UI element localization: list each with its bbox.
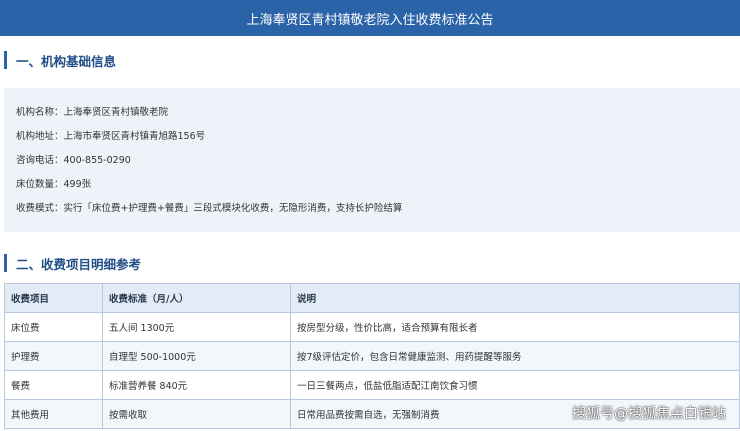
table-cell: 床位费 [4,312,103,342]
info-panel: 机构名称：上海奉贤区青村镇敬老院 机构地址：上海市奉贤区青村镇青旭路156号 咨… [4,88,740,232]
table-row: 餐费 标准营养餐 840元 一日三餐两点，低盐低脂适配江南饮食习惯 [4,370,740,400]
table-row: 床位费 五人间 1300元 按房型分级，性价比高，适合预算有限长者 [4,312,740,342]
column-header-standard: 收费标准（月/人） [102,283,291,313]
section-heading-fee-details: 二、收费项目明细参考 [4,254,141,272]
watermark: 搜狐号@搜狐焦点白银站 [572,406,726,422]
info-row-address: 机构地址：上海市奉贤区青村镇青旭路156号 [16,131,206,142]
table-cell: 按房型分级，性价比高，适合预算有限长者 [290,312,740,342]
section-title: 二、收费项目明细参考 [16,256,142,272]
column-header-item: 收费项目 [4,283,103,313]
table-cell: 按7级评估定价，包含日常健康监测、用药提醒等服务 [290,341,740,371]
table-cell: 其他费用 [4,399,103,429]
section-heading-basic-info: 一、机构基础信息 [4,51,116,69]
info-row-name: 机构名称：上海奉贤区青村镇敬老院 [16,107,169,118]
info-row-fee-mode: 收费模式：实行「床位费+护理费+餐费」三段式模块化收费，无隐形消费，支持长护险结… [16,203,403,214]
table-cell: 标准营养餐 840元 [102,370,291,400]
page-title: 上海奉贤区青村镇敬老院入住收费标准公告 [246,12,494,28]
section-title: 一、机构基础信息 [16,53,117,69]
table-header-row: 收费项目 收费标准（月/人） 说明 [4,283,740,313]
table-cell: 一日三餐两点，低盐低脂适配江南饮食习惯 [290,370,740,400]
info-row-phone: 咨询电话：400-855-0290 [16,155,131,166]
column-header-description: 说明 [290,283,740,313]
table-cell: 按需收取 [102,399,291,429]
table-cell: 护理费 [4,341,103,371]
table-cell: 五人间 1300元 [102,312,291,342]
table-cell: 自理型 500-1000元 [102,341,291,371]
table-cell: 餐费 [4,370,103,400]
info-row-beds: 床位数量：499张 [16,179,92,190]
page-banner: 上海奉贤区青村镇敬老院入住收费标准公告 [0,0,740,36]
table-row: 护理费 自理型 500-1000元 按7级评估定价，包含日常健康监测、用药提醒等… [4,341,740,371]
